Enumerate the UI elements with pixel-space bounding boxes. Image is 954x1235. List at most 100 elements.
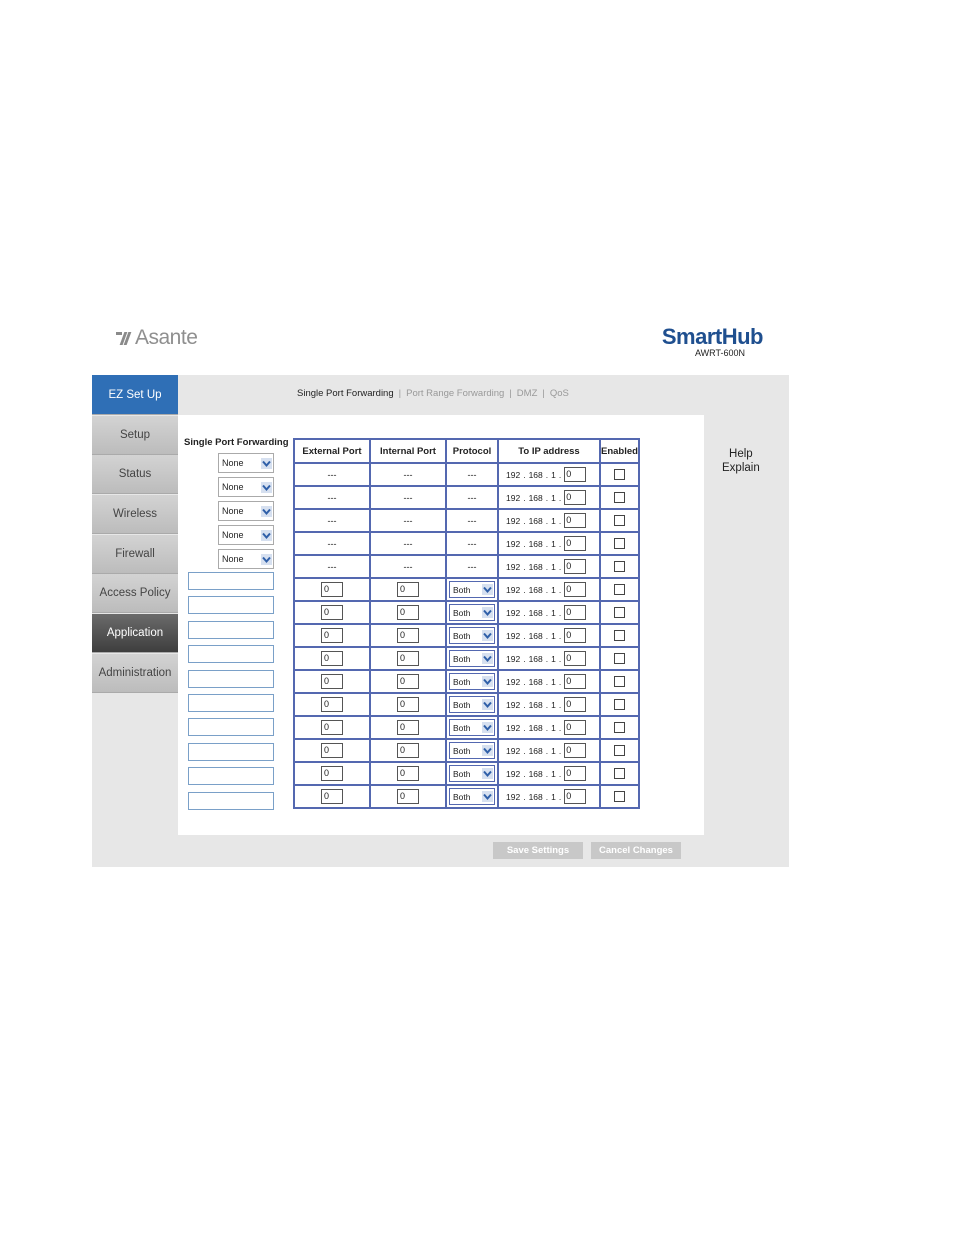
application-select[interactable]: None	[218, 549, 274, 569]
ip-last-octet-input[interactable]: 0	[564, 490, 587, 505]
enabled-checkbox[interactable]	[613, 676, 625, 688]
enabled-checkbox[interactable]	[613, 561, 625, 573]
application-select[interactable]: None	[218, 477, 274, 497]
chevron-down-icon[interactable]	[481, 627, 494, 645]
enabled-checkbox[interactable]	[613, 538, 625, 550]
enabled-checkbox[interactable]	[613, 768, 625, 780]
enabled-checkbox[interactable]	[613, 745, 625, 757]
internal-port-input[interactable]: 0	[397, 697, 419, 712]
ip-last-octet-input[interactable]: 0	[564, 766, 587, 781]
application-name-input[interactable]	[188, 645, 274, 664]
subnav-port-range-forwarding[interactable]: Port Range Forwarding	[406, 388, 504, 399]
external-port-input[interactable]: 0	[321, 651, 343, 666]
application-name-input[interactable]	[188, 767, 274, 786]
application-name-input[interactable]	[188, 572, 274, 590]
chevron-down-icon[interactable]	[481, 742, 494, 760]
external-port-input[interactable]: 0	[321, 789, 343, 804]
protocol-select[interactable]: Both	[449, 581, 495, 598]
ip-last-octet-input[interactable]: 0	[564, 651, 587, 666]
internal-port-input[interactable]: 0	[397, 651, 419, 666]
enabled-checkbox[interactable]	[613, 699, 625, 711]
protocol-select[interactable]: Both	[449, 765, 495, 782]
chevron-down-icon[interactable]	[481, 673, 494, 691]
enabled-checkbox[interactable]	[613, 653, 625, 665]
enabled-checkbox[interactable]	[613, 515, 625, 527]
application-select[interactable]: None	[218, 525, 274, 545]
protocol-select[interactable]: Both	[449, 673, 495, 690]
sidebar-item-administration[interactable]: Administration	[92, 653, 178, 693]
ip-last-octet-input[interactable]: 0	[564, 513, 587, 528]
chevron-down-icon[interactable]	[260, 502, 273, 520]
chevron-down-icon[interactable]	[481, 696, 494, 714]
application-select[interactable]: None	[218, 501, 274, 521]
external-port-input[interactable]: 0	[321, 743, 343, 758]
protocol-select[interactable]: Both	[449, 627, 495, 644]
internal-port-input[interactable]: 0	[397, 743, 419, 758]
internal-port-input[interactable]: 0	[397, 720, 419, 735]
subnav-qos[interactable]: QoS	[550, 388, 569, 399]
help-link[interactable]: Help	[722, 447, 760, 461]
chevron-down-icon[interactable]	[260, 454, 273, 472]
sidebar-item-setup[interactable]: Setup	[92, 415, 178, 455]
ip-last-octet-input[interactable]: 0	[564, 536, 587, 551]
ip-last-octet-input[interactable]: 0	[564, 697, 587, 712]
protocol-select[interactable]: Both	[449, 719, 495, 736]
cancel-changes-button[interactable]: Cancel Changes	[591, 842, 681, 859]
sidebar-item-access-policy[interactable]: Access Policy	[92, 574, 178, 614]
external-port-input[interactable]: 0	[321, 766, 343, 781]
internal-port-input[interactable]: 0	[397, 766, 419, 781]
external-port-input[interactable]: 0	[321, 674, 343, 689]
chevron-down-icon[interactable]	[481, 581, 494, 599]
application-name-input[interactable]	[188, 742, 274, 761]
enabled-checkbox[interactable]	[613, 722, 625, 734]
ip-last-octet-input[interactable]: 0	[564, 605, 587, 620]
application-name-input[interactable]	[188, 669, 274, 688]
application-name-input[interactable]	[188, 718, 274, 737]
sidebar-item-firewall[interactable]: Firewall	[92, 534, 178, 574]
internal-port-input[interactable]: 0	[397, 582, 419, 597]
chevron-down-icon[interactable]	[481, 719, 494, 737]
subnav-single-port-forwarding[interactable]: Single Port Forwarding	[297, 388, 394, 399]
protocol-select[interactable]: Both	[449, 696, 495, 713]
sidebar-item-wireless[interactable]: Wireless	[92, 495, 178, 535]
explain-link[interactable]: Explain	[722, 461, 760, 475]
protocol-select[interactable]: Both	[449, 742, 495, 759]
ip-last-octet-input[interactable]: 0	[564, 789, 587, 804]
external-port-input[interactable]: 0	[321, 605, 343, 620]
sidebar-item-ez-set-up[interactable]: EZ Set Up	[92, 375, 178, 415]
sidebar-item-status[interactable]: Status	[92, 455, 178, 495]
chevron-down-icon[interactable]	[260, 550, 273, 568]
application-name-input[interactable]	[188, 791, 274, 810]
ip-last-octet-input[interactable]: 0	[564, 559, 587, 574]
chevron-down-icon[interactable]	[481, 650, 494, 668]
external-port-input[interactable]: 0	[321, 628, 343, 643]
chevron-down-icon[interactable]	[481, 788, 494, 806]
application-name-input[interactable]	[188, 620, 274, 639]
ip-last-octet-input[interactable]: 0	[564, 467, 587, 482]
chevron-down-icon[interactable]	[260, 526, 273, 544]
ip-last-octet-input[interactable]: 0	[564, 674, 587, 689]
enabled-checkbox[interactable]	[613, 584, 625, 596]
application-name-input[interactable]	[188, 694, 274, 712]
enabled-checkbox[interactable]	[613, 492, 625, 504]
internal-port-input[interactable]: 0	[397, 789, 419, 804]
chevron-down-icon[interactable]	[481, 604, 494, 622]
chevron-down-icon[interactable]	[260, 478, 273, 496]
ip-last-octet-input[interactable]: 0	[564, 720, 587, 735]
protocol-select[interactable]: Both	[449, 650, 495, 667]
subnav-dmz[interactable]: DMZ	[517, 388, 538, 399]
ip-last-octet-input[interactable]: 0	[564, 743, 587, 758]
chevron-down-icon[interactable]	[481, 765, 494, 783]
sidebar-item-application[interactable]: Application	[92, 614, 178, 654]
protocol-select[interactable]: Both	[449, 788, 495, 805]
enabled-checkbox[interactable]	[613, 469, 625, 481]
internal-port-input[interactable]: 0	[397, 674, 419, 689]
protocol-select[interactable]: Both	[449, 604, 495, 621]
enabled-checkbox[interactable]	[613, 630, 625, 642]
enabled-checkbox[interactable]	[613, 607, 625, 619]
enabled-checkbox[interactable]	[613, 791, 625, 803]
ip-last-octet-input[interactable]: 0	[564, 582, 587, 597]
external-port-input[interactable]: 0	[321, 697, 343, 712]
internal-port-input[interactable]: 0	[397, 628, 419, 643]
internal-port-input[interactable]: 0	[397, 605, 419, 620]
